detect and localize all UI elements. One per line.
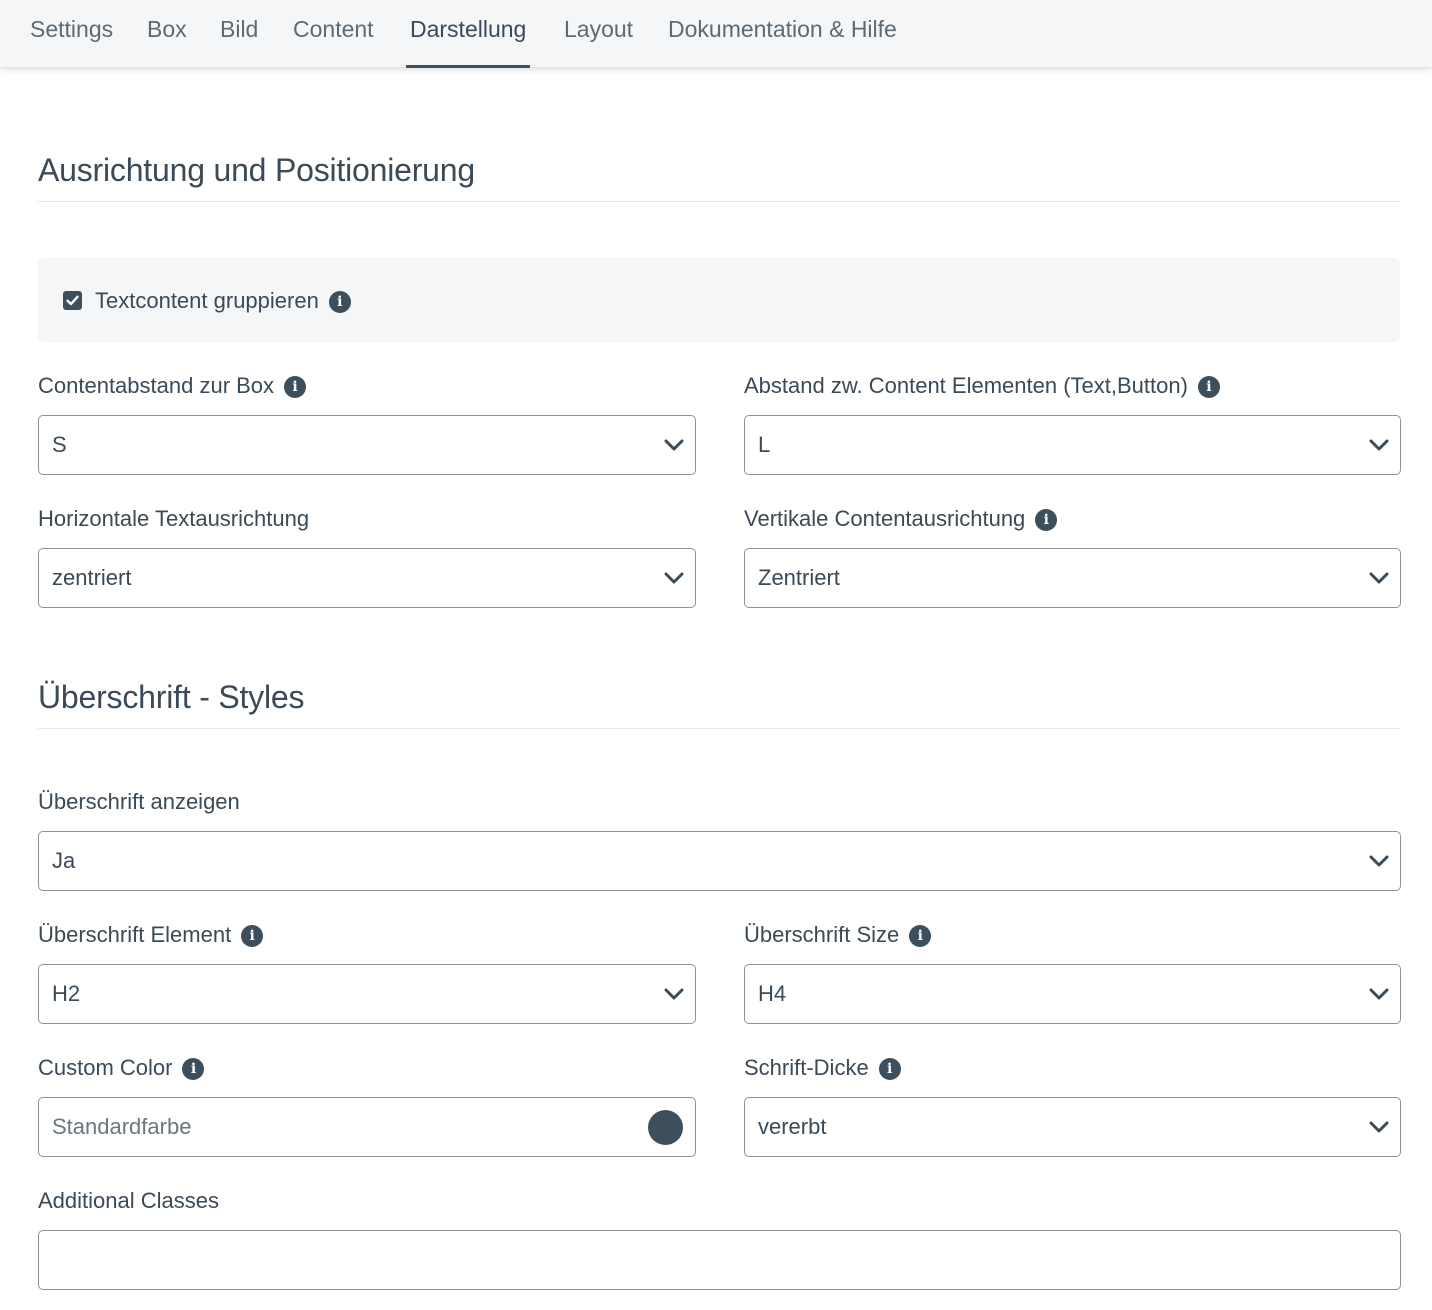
chevron-down-icon [664,988,684,1000]
heading-element-label: Überschrift Element i [38,922,264,948]
chevron-down-icon [1369,855,1389,867]
horizontal-align-label: Horizontale Textausrichtung [38,506,309,532]
tab-box[interactable]: Box [143,16,191,68]
tab-layout[interactable]: Layout [560,16,637,68]
tab-settings[interactable]: Settings [26,16,117,68]
heading-element-select[interactable]: H2 [38,964,696,1024]
font-weight-value: vererbt [758,1114,827,1139]
font-weight-label: Schrift-Dicke i [744,1055,901,1081]
group-textcontent-label: Textcontent gruppieren i [95,288,351,314]
heading-size-value: H4 [758,981,787,1006]
group-checkbox-panel: Textcontent gruppieren i [38,258,1400,342]
heading-size-label: Überschrift Size i [744,922,932,948]
tab-bar: Settings Box Bild Content Darstellung La… [0,0,1432,68]
chevron-down-icon [1369,988,1389,1000]
section-title-alignment: Ausrichtung und Positionierung [38,152,475,188]
horizontal-align-select[interactable]: zentriert [38,548,696,608]
info-circle-icon[interactable]: i [909,925,932,947]
font-weight-select[interactable]: vererbt [744,1097,1401,1157]
chevron-down-icon [1369,572,1389,584]
info-circle-icon[interactable]: i [182,1058,205,1080]
group-textcontent-text: Textcontent gruppieren [95,288,319,313]
additional-classes-label: Additional Classes [38,1188,219,1214]
additional-classes-text: Additional Classes [38,1188,219,1213]
content-spacing-select[interactable]: S [38,415,696,475]
check-icon [66,295,79,306]
show-heading-text: Überschrift anzeigen [38,789,240,814]
tab-content[interactable]: Content [289,16,378,68]
tab-darstellung[interactable]: Darstellung [406,16,531,68]
horizontal-align-text: Horizontale Textausrichtung [38,506,310,531]
element-spacing-text: Abstand zw. Content Elementen (Text,Butt… [744,373,1188,398]
element-spacing-label: Abstand zw. Content Elementen (Text,Butt… [744,373,1220,399]
content-spacing-value: S [52,432,67,457]
custom-color-placeholder: Standardfarbe [52,1114,192,1139]
show-heading-value: Ja [52,848,76,873]
chevron-down-icon [664,572,684,584]
vertical-align-value: Zentriert [758,565,840,590]
custom-color-label: Custom Color i [38,1055,205,1081]
horizontal-align-value: zentriert [52,565,132,590]
info-circle-icon[interactable]: i [328,291,351,313]
custom-color-input[interactable]: Standardfarbe [38,1097,696,1157]
color-swatch-button[interactable] [648,1110,683,1145]
content-spacing-label: Contentabstand zur Box i [38,373,307,399]
info-circle-icon[interactable]: i [878,1058,901,1080]
section-title-heading-styles: Überschrift - Styles [38,679,305,715]
additional-classes-input[interactable] [38,1230,1401,1290]
element-spacing-select[interactable]: L [744,415,1401,475]
vertical-align-text: Vertikale Contentausrichtung [744,506,1026,531]
tab-bild[interactable]: Bild [216,16,262,68]
element-spacing-value: L [758,432,771,457]
vertical-align-label: Vertikale Contentausrichtung i [744,506,1058,532]
show-heading-select[interactable]: Ja [38,831,1401,891]
vertical-align-select[interactable]: Zentriert [744,548,1401,608]
tab-dokumentation-hilfe[interactable]: Dokumentation & Hilfe [664,16,901,68]
section-divider [38,728,1400,729]
heading-size-select[interactable]: H4 [744,964,1401,1024]
custom-color-text: Custom Color [38,1055,173,1080]
content-spacing-text: Contentabstand zur Box [38,373,275,398]
info-circle-icon[interactable]: i [1197,376,1220,398]
info-circle-icon[interactable]: i [241,925,264,947]
section-divider [38,201,1400,202]
heading-size-text: Überschrift Size [744,922,900,947]
font-weight-text: Schrift-Dicke [744,1055,869,1080]
chevron-down-icon [1369,439,1389,451]
group-textcontent-checkbox[interactable] [63,291,82,310]
info-circle-icon[interactable]: i [284,376,307,398]
chevron-down-icon [664,439,684,451]
chevron-down-icon [1369,1121,1389,1133]
heading-element-value: H2 [52,981,81,1006]
info-circle-icon[interactable]: i [1035,509,1058,531]
show-heading-label: Überschrift anzeigen [38,789,240,815]
heading-element-text: Überschrift Element [38,922,232,947]
